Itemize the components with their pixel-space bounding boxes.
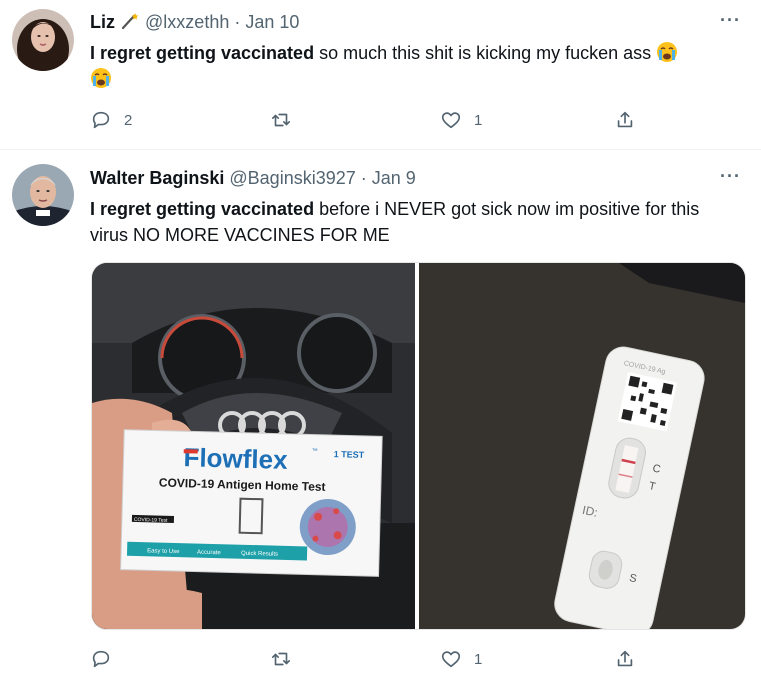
- like-icon: [441, 112, 461, 129]
- box-tag-text: COVID-19 Test: [134, 517, 168, 524]
- emoji-crying-icon: [656, 41, 678, 63]
- share-icon: [617, 650, 633, 667]
- more-icon[interactable]: ···: [720, 166, 741, 187]
- retweet-icon: [271, 113, 291, 127]
- retweet-button[interactable]: [270, 647, 304, 671]
- tweet-text-bold: I regret getting vaccinated: [90, 43, 315, 63]
- tweet-header: Walter Baginski @Baginski3927 · Jan 9: [90, 166, 416, 190]
- tweet-actions: 1: [90, 647, 650, 671]
- reply-count: 2: [124, 111, 133, 129]
- emoji-crying-icon: [90, 67, 112, 89]
- box-brand-text: Flowflex: [183, 442, 288, 475]
- reply-icon: [92, 111, 110, 129]
- like-button[interactable]: 1: [440, 108, 482, 132]
- share-icon: [617, 111, 633, 128]
- tweet[interactable]: Liz @lxxzethh · Jan 10 ··· I regret gett…: [0, 0, 761, 150]
- tweet-text-bold: I regret getting vaccinated: [90, 199, 315, 219]
- reply-button[interactable]: 2: [90, 108, 132, 132]
- tweet-text: I regret getting vaccinated so much this…: [90, 40, 740, 92]
- box-tm-text: ™: [312, 448, 318, 455]
- photo-antigen-box[interactable]: Flowflex ™ 1 TEST COVID-19 Antigen Home …: [92, 263, 415, 629]
- handle[interactable]: @Baginski3927: [229, 168, 355, 188]
- avatar[interactable]: [12, 164, 74, 226]
- avatar[interactable]: [12, 9, 74, 71]
- box-feature-1: Easy to Use: [147, 548, 180, 555]
- tweet-actions: 2 1: [90, 108, 650, 132]
- separator-dot: ·: [360, 168, 367, 188]
- separator-dot: ·: [234, 12, 241, 32]
- display-name[interactable]: Liz: [90, 12, 115, 32]
- tweet-media[interactable]: Flowflex ™ 1 TEST COVID-19 Antigen Home …: [91, 262, 746, 630]
- reply-icon: [92, 650, 110, 668]
- reply-button[interactable]: [90, 647, 124, 671]
- like-count: 1: [474, 650, 483, 668]
- box-feature-2: Accurate: [197, 550, 221, 557]
- photo-test-cassette[interactable]: COVID-19 Ag C T ID: S: [419, 263, 745, 629]
- magic-wand-icon: [120, 12, 140, 30]
- share-button[interactable]: [614, 647, 636, 671]
- box-count-text: 1 TEST: [334, 449, 365, 460]
- retweet-icon: [271, 652, 291, 666]
- like-button[interactable]: 1: [440, 647, 482, 671]
- retweet-button[interactable]: [270, 108, 304, 132]
- tweet-text: I regret getting vaccinated before i NEV…: [90, 196, 740, 248]
- tweet-text-rest: so much this shit is kicking my fucken a…: [314, 43, 652, 63]
- like-count: 1: [474, 111, 483, 129]
- timestamp[interactable]: Jan 9: [372, 168, 416, 188]
- tweet[interactable]: Walter Baginski @Baginski3927 · Jan 9 ··…: [0, 150, 761, 676]
- handle[interactable]: @lxxzethh: [145, 12, 229, 32]
- timestamp[interactable]: Jan 10: [245, 12, 299, 32]
- box-feature-3: Quick Results: [241, 551, 278, 558]
- like-icon: [441, 651, 461, 668]
- share-button[interactable]: [614, 108, 636, 132]
- more-icon[interactable]: ···: [720, 10, 741, 31]
- display-name[interactable]: Walter Baginski: [90, 168, 224, 188]
- tweet-header: Liz @lxxzethh · Jan 10: [90, 10, 299, 34]
